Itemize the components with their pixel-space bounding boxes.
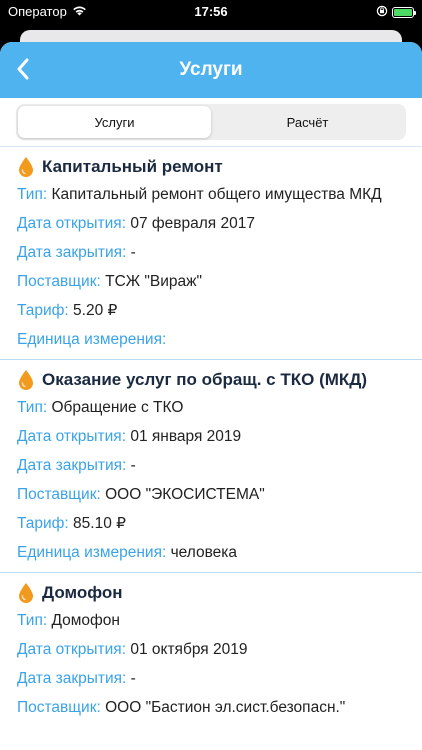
service-title: Капитальный ремонт bbox=[42, 157, 223, 176]
page-title: Услуги bbox=[179, 59, 243, 80]
tariff-label: Тариф: bbox=[17, 515, 69, 532]
unit-label: Единица измерения: bbox=[17, 544, 167, 561]
service-type: Тип: Домофон bbox=[17, 607, 405, 636]
opened-label: Дата открытия: bbox=[17, 641, 127, 658]
status-right bbox=[376, 5, 416, 20]
service-header: Капитальный ремонт bbox=[17, 153, 405, 181]
service-header: Домофон bbox=[17, 579, 405, 607]
type-label: Тип: bbox=[17, 612, 48, 629]
service-opened: Дата открытия: 07 февраля 2017 bbox=[17, 210, 405, 239]
supplier-label: Поставщик: bbox=[17, 273, 101, 290]
service-closed: Дата закрытия: - bbox=[17, 665, 405, 694]
supplier-label: Поставщик: bbox=[17, 486, 101, 503]
tab-calculation[interactable]: Расчёт bbox=[211, 106, 404, 138]
segment-control-wrap: Услуги Расчёт bbox=[0, 98, 422, 147]
closed-value: - bbox=[130, 670, 136, 687]
service-header: Оказание услуг по обращ. с ТКО (МКД) bbox=[17, 366, 405, 394]
unit-value: человека bbox=[170, 544, 238, 561]
service-unit: Единица измерения: bbox=[17, 326, 405, 355]
service-supplier: Поставщик: ТСЖ "Вираж" bbox=[17, 268, 405, 297]
service-item: Домофон Тип: Домофон Дата открытия: 01 о… bbox=[0, 573, 422, 727]
closed-label: Дата закрытия: bbox=[17, 457, 127, 474]
closed-label: Дата закрытия: bbox=[17, 244, 127, 261]
service-closed: Дата закрытия: - bbox=[17, 239, 405, 268]
tab-services[interactable]: Услуги bbox=[18, 106, 211, 138]
service-type: Тип: Обращение с ТКО bbox=[17, 394, 405, 423]
tariff-label: Тариф: bbox=[17, 302, 69, 319]
type-value: Домофон bbox=[51, 612, 120, 629]
service-supplier: Поставщик: ООО "Бастион эл.сист.безопасн… bbox=[17, 694, 405, 723]
service-item: Оказание услуг по обращ. с ТКО (МКД) Тип… bbox=[0, 360, 422, 573]
services-sheet: Услуги Услуги Расчёт Капитальный ремонт … bbox=[0, 42, 422, 750]
status-bar: Оператор 17:56 bbox=[0, 0, 422, 22]
opened-label: Дата открытия: bbox=[17, 215, 127, 232]
unit-label: Единица измерения: bbox=[17, 331, 167, 348]
service-tariff: Тариф: 85.10 ₽ bbox=[17, 510, 405, 539]
navigation-bar: Услуги bbox=[0, 42, 422, 98]
supplier-value: ООО "ЭКОСИСТЕМА" bbox=[105, 486, 265, 503]
type-label: Тип: bbox=[17, 399, 48, 416]
service-title: Оказание услуг по обращ. с ТКО (МКД) bbox=[42, 370, 368, 389]
type-value: Обращение с ТКО bbox=[51, 399, 184, 416]
service-tariff: Тариф: 5.20 ₽ bbox=[17, 297, 405, 326]
supplier-value: ООО "Бастион эл.сист.безопасн." bbox=[105, 699, 346, 716]
segment-control: Услуги Расчёт bbox=[16, 104, 406, 140]
type-label: Тип: bbox=[17, 186, 48, 203]
status-time: 17:56 bbox=[194, 4, 228, 19]
type-value: Капитальный ремонт общего имущества МКД bbox=[51, 186, 382, 203]
service-opened: Дата открытия: 01 октября 2019 bbox=[17, 636, 405, 665]
closed-label: Дата закрытия: bbox=[17, 670, 127, 687]
supplier-label: Поставщик: bbox=[17, 699, 101, 716]
service-closed: Дата закрытия: - bbox=[17, 452, 405, 481]
service-unit: Единица измерения: человека bbox=[17, 539, 405, 568]
orientation-lock-icon bbox=[376, 5, 388, 20]
service-opened: Дата открытия: 01 января 2019 bbox=[17, 423, 405, 452]
water-drop-icon bbox=[19, 370, 33, 390]
supplier-value: ТСЖ "Вираж" bbox=[105, 273, 202, 290]
service-supplier: Поставщик: ООО "ЭКОСИСТЕМА" bbox=[17, 481, 405, 510]
water-drop-icon bbox=[19, 157, 33, 177]
battery-icon bbox=[392, 7, 416, 18]
water-drop-icon bbox=[19, 583, 33, 603]
tariff-value: 5.20 ₽ bbox=[73, 302, 118, 319]
closed-value: - bbox=[130, 244, 136, 261]
tariff-value: 85.10 ₽ bbox=[73, 515, 127, 532]
service-title: Домофон bbox=[42, 583, 123, 602]
opened-value: 01 января 2019 bbox=[130, 428, 242, 445]
opened-value: 07 февраля 2017 bbox=[130, 215, 255, 232]
closed-value: - bbox=[130, 457, 136, 474]
opened-value: 01 октября 2019 bbox=[130, 641, 248, 658]
opened-label: Дата открытия: bbox=[17, 428, 127, 445]
service-item: Капитальный ремонт Тип: Капитальный ремо… bbox=[0, 147, 422, 360]
service-type: Тип: Капитальный ремонт общего имущества… bbox=[17, 181, 405, 210]
